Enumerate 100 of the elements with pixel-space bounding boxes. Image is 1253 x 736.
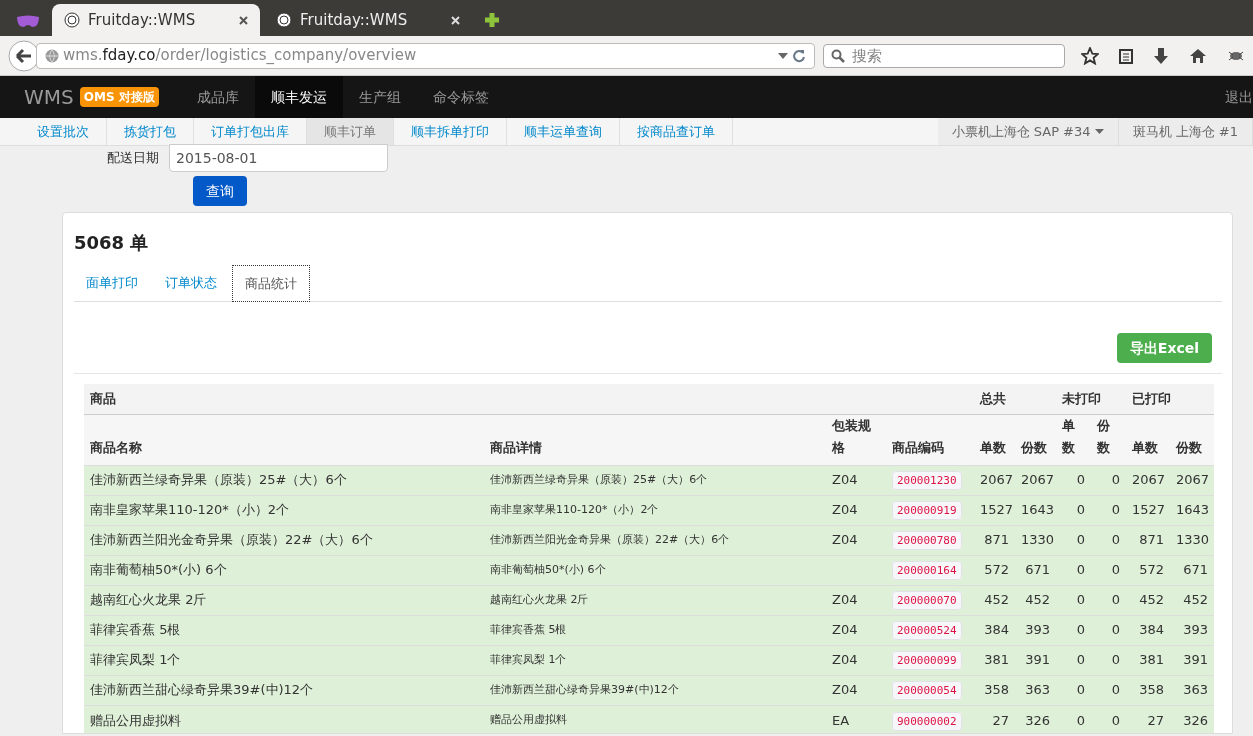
reload-icon[interactable]: [792, 48, 806, 63]
table-cell: 1330: [1015, 525, 1056, 555]
table-cell: 赠品公用虚拟料: [484, 705, 826, 733]
content-tab[interactable]: 面单打印: [74, 264, 150, 301]
column-header: 商品名称: [84, 414, 484, 465]
table-cell: 0: [1091, 645, 1126, 675]
table-cell: 0: [1091, 555, 1126, 585]
column-header: 单数: [1056, 414, 1091, 465]
table-cell: 0: [1091, 495, 1126, 525]
dropdown-caret-icon[interactable]: [778, 52, 788, 59]
table-cell: 381: [974, 645, 1015, 675]
table-cell: 27: [1126, 705, 1170, 733]
table-cell: 452: [1126, 585, 1170, 615]
table-cell: 佳沛新西兰绿奇异果（原装）25#（大）6个: [84, 465, 484, 495]
subnav-link[interactable]: 顺丰拆单打印: [394, 118, 507, 145]
subnav-link[interactable]: 设置批次: [20, 118, 107, 145]
table-cell: 0: [1056, 555, 1091, 585]
date-field[interactable]: 2015-08-01: [169, 144, 388, 172]
table-cell: Z04: [826, 495, 886, 525]
mask-icon[interactable]: [16, 15, 40, 29]
table-cell: 363: [1170, 675, 1214, 705]
browser-tab[interactable]: Fruitday::WMS: [264, 4, 472, 36]
table-cell: 27: [974, 705, 1015, 733]
table-cell: 871: [974, 525, 1015, 555]
table-cell: 0: [1056, 495, 1091, 525]
table-group-header: 商品: [84, 384, 974, 414]
home-icon[interactable]: [1189, 47, 1207, 64]
product-code: 900000002: [892, 711, 962, 731]
table-cell: 1330: [1170, 525, 1214, 555]
subnav-link[interactable]: 顺丰运单查询: [507, 118, 620, 145]
logout-link[interactable]: 退出: [1225, 86, 1253, 108]
site-favicon-icon: [276, 12, 292, 28]
table-cell: 南非皇家苹果110-120*（小）2个: [84, 495, 484, 525]
table-cell: 0: [1056, 585, 1091, 615]
table-cell: 572: [974, 555, 1015, 585]
table-cell: Z04: [826, 585, 886, 615]
download-arrow-icon[interactable]: [1153, 47, 1169, 64]
table-cell: 391: [1170, 645, 1214, 675]
brand-logo[interactable]: WMS: [24, 82, 74, 112]
table-cell: 0: [1056, 675, 1091, 705]
product-code: 200000099: [892, 651, 962, 671]
content-tab[interactable]: 订单状态: [153, 264, 229, 301]
column-header: 单数: [974, 414, 1015, 465]
search-button[interactable]: 查询: [193, 176, 247, 206]
search-field[interactable]: 搜索: [823, 43, 1065, 68]
table-cell: 1527: [1126, 495, 1170, 525]
table-cell: Z04: [826, 615, 886, 645]
table-cell: Z04: [826, 675, 886, 705]
table-cell: 菲律宾凤梨 1个: [484, 645, 826, 675]
column-header: 包装规格: [826, 414, 886, 465]
date-label: 配送日期: [107, 149, 159, 168]
table-cell: Z04: [826, 465, 886, 495]
table-cell: 391: [1015, 645, 1056, 675]
table-cell: Z04: [826, 645, 886, 675]
table-cell: 菲律宾凤梨 1个: [84, 645, 484, 675]
table-cell: 0: [1056, 705, 1091, 733]
table-cell: 0: [1091, 615, 1126, 645]
search-icon: [831, 48, 845, 63]
table-cell: 1527: [974, 495, 1015, 525]
table-cell: 1643: [1170, 495, 1214, 525]
table-cell: 0: [1091, 705, 1126, 733]
browser-tab[interactable]: Fruitday::WMS: [52, 4, 260, 36]
table-cell: 671: [1015, 555, 1056, 585]
printer-dropdown[interactable]: 斑马机 上海仓 #1: [1118, 118, 1253, 145]
reading-list-icon[interactable]: [1119, 47, 1133, 64]
table-cell: 0: [1056, 645, 1091, 675]
column-header: 份数: [1015, 414, 1056, 465]
table-cell: 452: [1170, 585, 1214, 615]
nav-link[interactable]: 成品库: [180, 76, 255, 118]
new-tab-plus-icon[interactable]: [484, 12, 500, 28]
version-badge: OMS 对接版: [79, 87, 159, 107]
table-cell: 452: [1015, 585, 1056, 615]
product-code: 200000070: [892, 591, 962, 611]
table-group-header: 未打印: [1056, 384, 1126, 414]
printer-dropdown[interactable]: 小票机上海仓 SAP #34: [937, 118, 1119, 145]
subnav-link[interactable]: 顺丰订单: [307, 118, 394, 145]
table-cell: 871: [1126, 525, 1170, 555]
table-cell: 南非皇家苹果110-120*（小）2个: [484, 495, 826, 525]
product-code: 200000054: [892, 681, 962, 701]
product-code: 200001230: [892, 471, 962, 491]
table-cell: EA: [826, 705, 886, 733]
column-header: 单数: [1126, 414, 1170, 465]
nav-link[interactable]: 生产组: [342, 76, 417, 118]
table-cell: 佳沛新西兰甜心绿奇异果39#(中)12个: [484, 675, 826, 705]
subnav-link[interactable]: 按商品查订单: [620, 118, 733, 145]
product-code: 200000919: [892, 501, 962, 521]
caret-icon: [1094, 129, 1104, 134]
table-cell: 菲律宾香蕉 5根: [84, 615, 484, 645]
nav-link[interactable]: 顺丰发运: [254, 76, 343, 118]
table-cell: 0: [1091, 675, 1126, 705]
table-cell: 菲律宾香蕉 5根: [484, 615, 826, 645]
table-cell: 363: [1015, 675, 1056, 705]
content-tab[interactable]: 商品统计: [232, 265, 310, 302]
star-icon[interactable]: [1081, 46, 1099, 65]
table-cell: 佳沛新西兰绿奇异果（原装）25#（大）6个: [484, 465, 826, 495]
nav-link[interactable]: 命令标签: [416, 76, 505, 118]
table-cell: 384: [974, 615, 1015, 645]
table-cell: 越南红心火龙果 2斤: [84, 585, 484, 615]
close-icon[interactable]: [239, 15, 248, 25]
table-cell: 南非葡萄柚50*(小) 6个: [484, 555, 826, 585]
